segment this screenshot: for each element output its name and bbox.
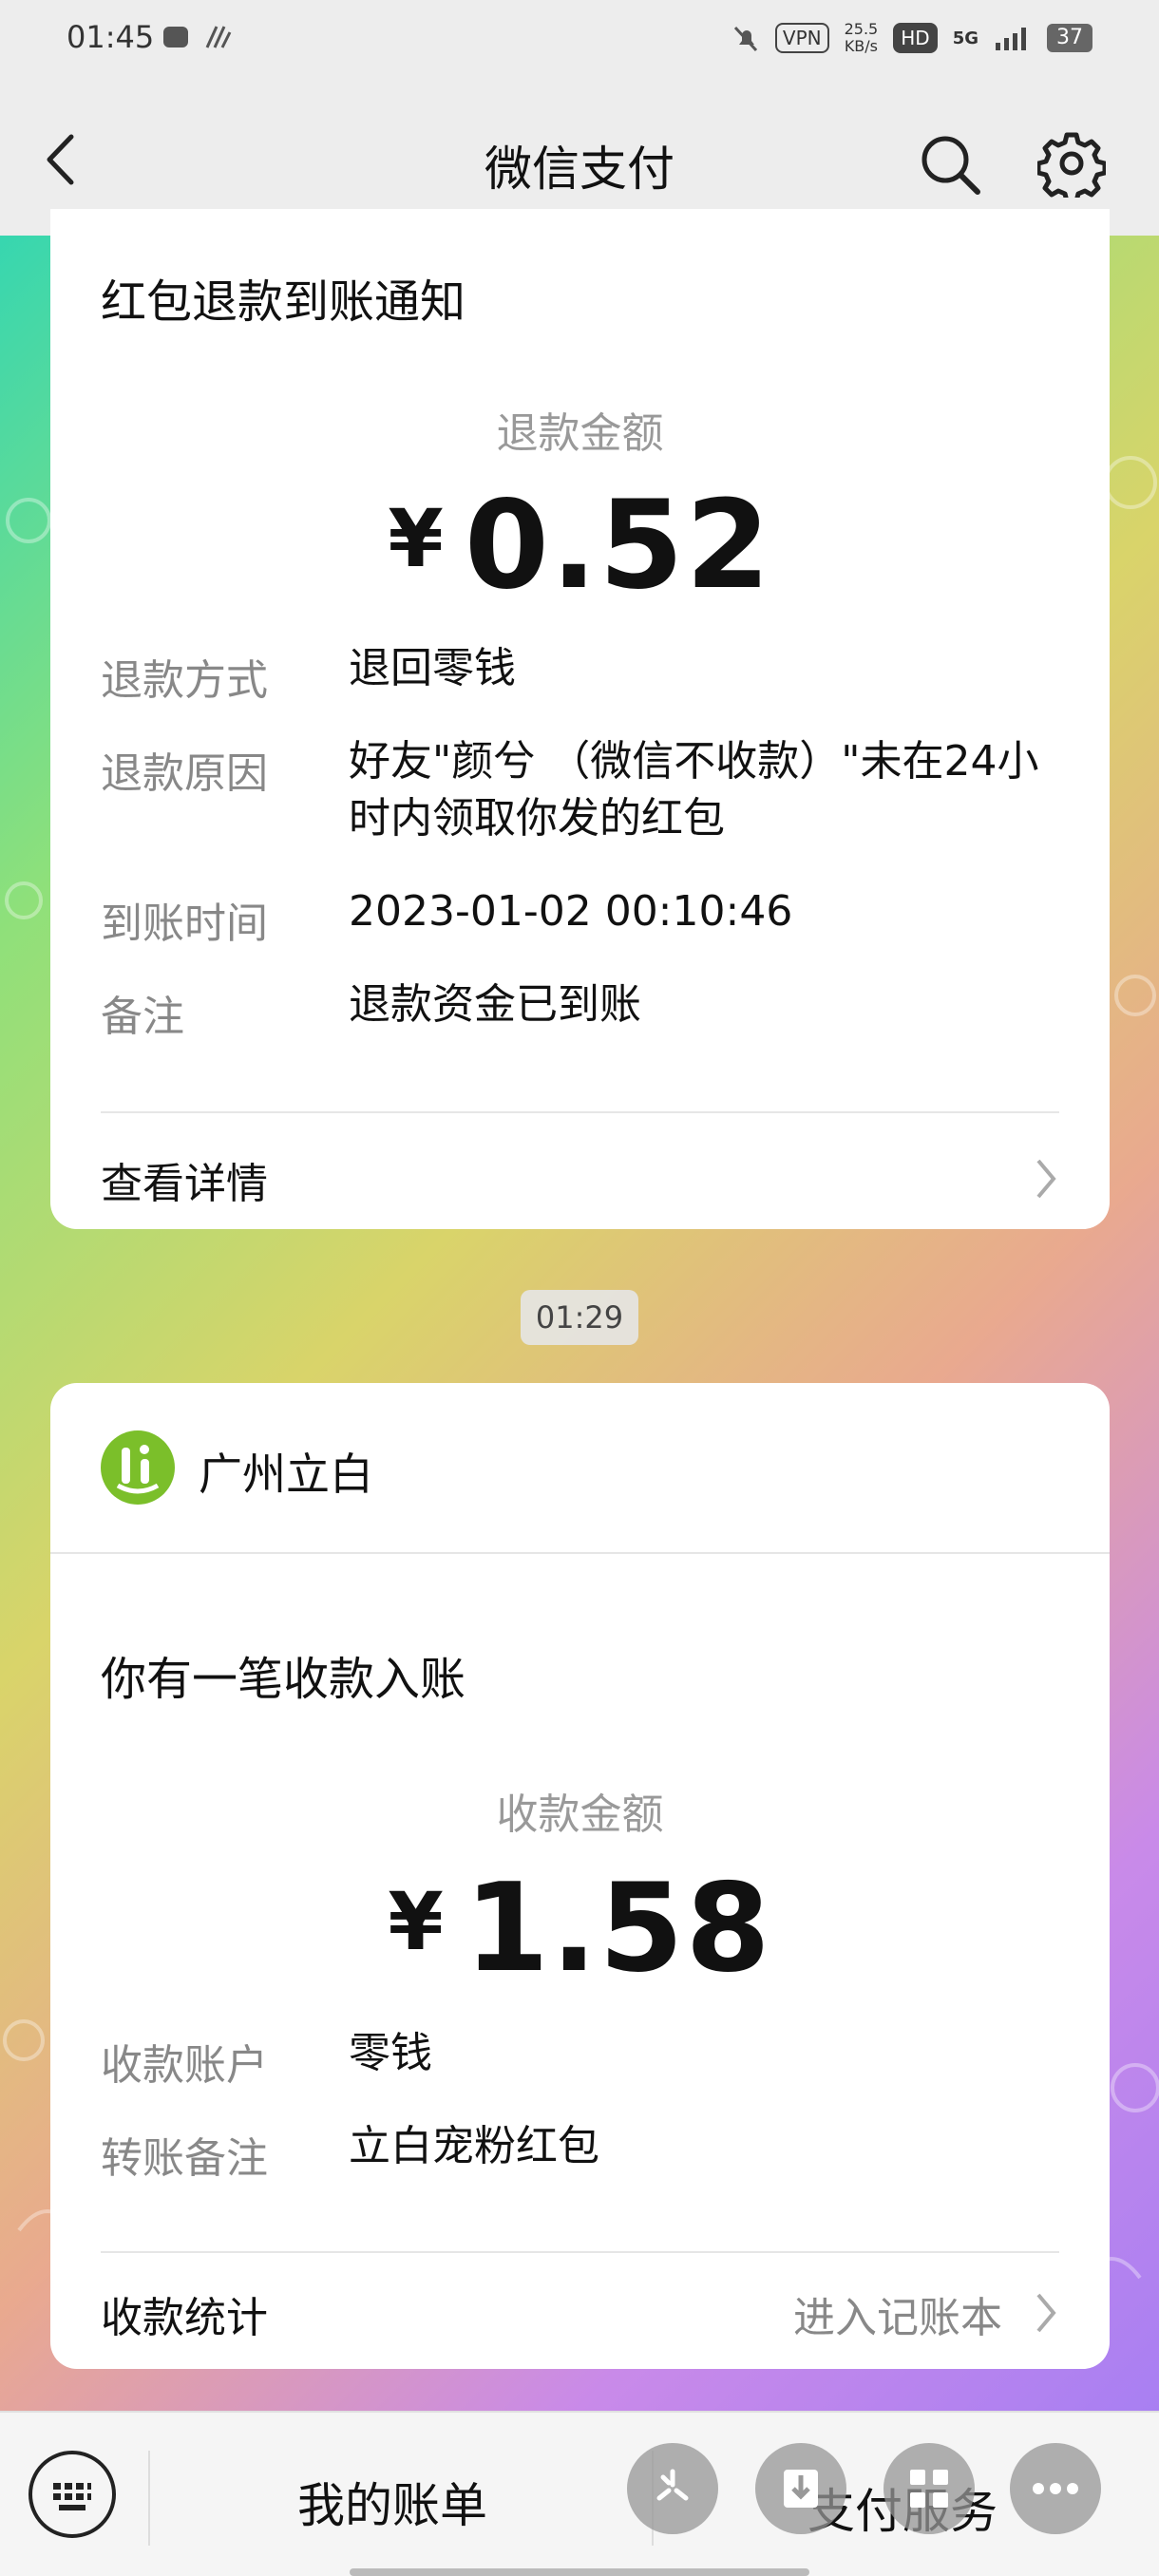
floating-assist-button[interactable] [627,2443,718,2534]
stripes-app-icon [205,26,232,48]
divider [101,1111,1059,1113]
net-speed-unit: KB/s [844,37,879,55]
message-time: 01:29 [521,1290,638,1345]
receive-account-label: 收款账户 [101,2041,268,2090]
hd-badge: HD [893,23,938,53]
view-details-link[interactable]: 查看详情 [101,1149,268,1210]
refund-method-value: 退回零钱 [349,644,516,692]
keyboard-icon [53,2483,91,2510]
net-speed-value: 25.5 [844,20,879,38]
divider [50,1552,1110,1554]
receipt-stats-row[interactable]: 收款统计 进入记账本 [101,2274,1059,2350]
refund-card-title: 红包退款到账通知 [101,275,466,329]
arrival-time-value: 2023-01-02 00:10:46 [349,887,793,936]
floating-more-button[interactable] [1010,2443,1101,2534]
status-time: 01:45 [66,19,155,55]
network-type: 5G [952,28,978,48]
status-left-icons [162,23,232,51]
floating-download-button[interactable] [755,2443,846,2534]
receipt-amount: ¥1.58 [50,1858,1110,1999]
refund-reason-value: 好友"颜兮 （微信不收款）"未在24小时内领取你发的红包 [349,737,1039,843]
chevron-right-icon [1036,1159,1056,1199]
sparkle-icon [656,2469,689,2501]
receipt-card-title: 你有一笔收款入账 [101,1653,466,1706]
keyboard-toggle-button[interactable] [28,2451,116,2538]
more-dots-icon [1033,2483,1078,2494]
remark-value: 退款资金已到账 [349,980,641,1029]
status-right-icons: VPN 25.5 KB/s HD 5G 37 [732,21,1092,55]
remark-label: 备注 [101,993,184,1041]
merchant-name[interactable]: 广州立白 [199,1440,373,1503]
chevron-right-icon [1036,2293,1056,2333]
gear-icon[interactable] [1037,129,1106,198]
merchant-logo-icon[interactable] [101,1430,175,1505]
transfer-note-value: 立白宠粉红包 [349,2122,599,2170]
receipt-amount-value: 1.58 [464,1858,772,1999]
payment-received-card: 广州立白 你有一笔收款入账 收款金额 ¥1.58 收款账户 零钱 转账备注 立白… [50,1383,1110,2369]
floating-apps-button[interactable] [884,2443,975,2534]
status-bar: 01:45 VPN 25.5 KB/s HD 5G 37 [0,0,1159,76]
refund-method-label: 退款方式 [101,656,268,705]
liby-logo-icon [116,1445,160,1494]
view-details-row[interactable]: 查看详情 [101,1140,1059,1216]
receipt-stats-link[interactable]: 收款统计 [101,2283,268,2344]
refund-notice-card: 红包退款到账通知 退款金额 ¥0.52 退款方式 退回零钱 退款原因 好友"颜兮… [50,209,1110,1229]
signal-icon [996,28,1026,50]
currency-symbol: ¥ [388,492,446,585]
mute-bell-icon [733,26,758,52]
page-title: 微信支付 [484,142,674,197]
grid-icon [910,2470,948,2508]
open-ledger-link[interactable]: 进入记账本 [793,2283,1002,2344]
divider [101,2251,1059,2253]
download-icon [784,2470,818,2508]
my-bills-tab[interactable]: 我的账单 [297,2468,487,2536]
transfer-note-label: 转账备注 [101,2134,268,2183]
divider [148,2451,150,2546]
refund-amount: ¥0.52 [50,475,1110,616]
refund-amount-label: 退款金额 [496,409,664,458]
battery-indicator: 37 [1047,24,1092,52]
refund-amount-value: 0.52 [464,475,772,616]
receipt-amount-label: 收款金额 [496,1790,664,1839]
home-indicator[interactable] [350,2568,809,2576]
vpn-badge: VPN [774,23,829,53]
net-speed: 25.5 KB/s [845,21,879,55]
currency-symbol: ¥ [388,1875,446,1968]
notification-app-icon [163,27,188,47]
receive-account-value: 零钱 [349,2029,432,2077]
refund-reason-label: 退款原因 [101,749,268,798]
bottom-menu-bar: 我的账单 支付服务 [0,2411,1159,2576]
arrival-time-label: 到账时间 [101,900,268,948]
search-icon[interactable] [917,131,983,198]
